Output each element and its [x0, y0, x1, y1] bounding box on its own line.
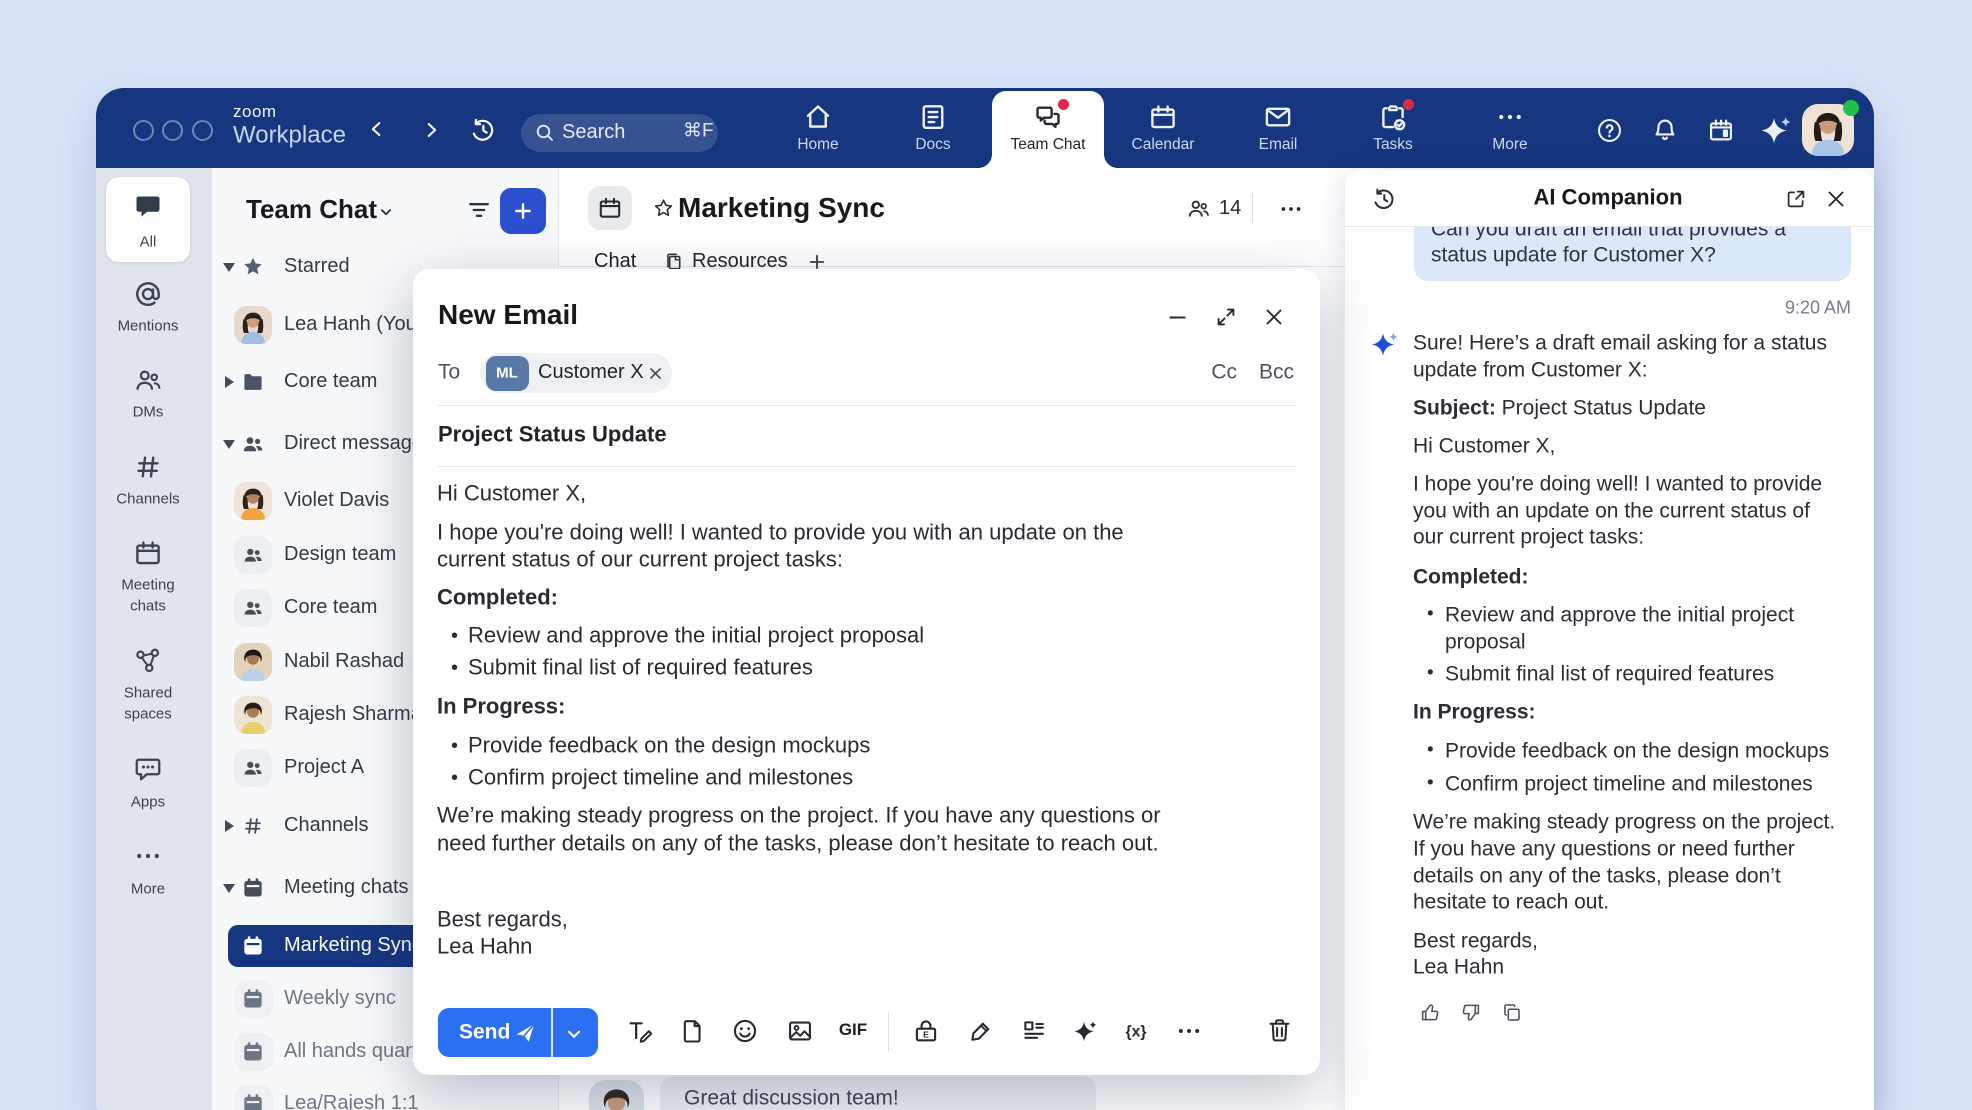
svg-text:{x}: {x}	[1126, 1023, 1147, 1040]
svg-text:E: E	[923, 1030, 929, 1040]
